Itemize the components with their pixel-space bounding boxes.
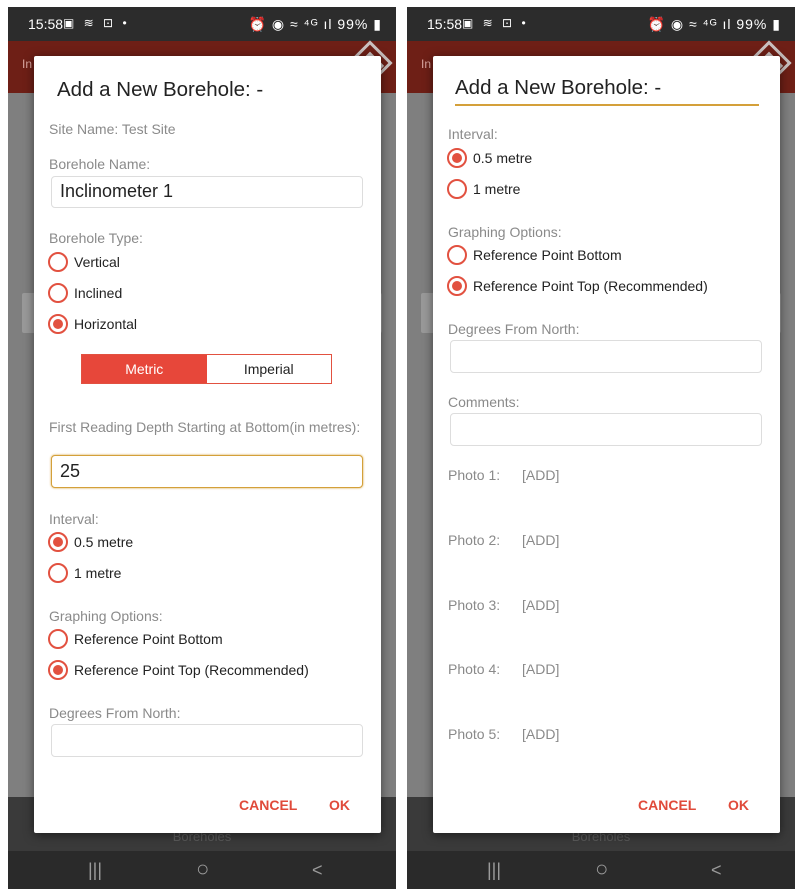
photo-label-3: Photo 3: [448,597,501,613]
unit-imperial-button[interactable]: Imperial [206,355,331,383]
phone-screen-right: 15:58 ▣ ≋ ⊡ • ⏰ ◉ ≈ ⁴ᴳ ıl 99% ▮ In Boreh… [407,7,795,889]
graphing-options-label: Graphing Options: [448,224,562,240]
battery-level: 99% [736,16,768,32]
battery-icon: ▮ [373,16,382,32]
app-bar-title: In [421,57,432,71]
graphing-options-label: Graphing Options: [49,608,163,624]
status-time: 15:58 [427,16,463,32]
photo-row-4: Photo 4: [ADD] [448,661,559,677]
photo-add-button-3[interactable]: [ADD] [522,597,559,613]
interval-label: Interval: [49,511,99,527]
photo-add-button-4[interactable]: [ADD] [522,661,559,677]
radio-label-inclined: Inclined [74,285,123,301]
app-bar-title: In [22,57,33,71]
borehole-name-input[interactable]: Inclinometer 1 [51,176,363,208]
photo-label-4: Photo 4: [448,661,501,677]
photo-add-button-2[interactable]: [ADD] [522,532,559,548]
home-icon[interactable]: ○ [595,856,608,882]
site-name-row: Site Name: Test Site [49,121,176,137]
notification-icons: ▣ ≋ ⊡ • [462,16,529,30]
site-name-value: Test Site [121,121,176,137]
dialog-title: Add a New Borehole: - [57,78,264,101]
battery-level: 99% [337,16,369,32]
radio-label-reference-top: Reference Point Top (Recommended) [74,662,309,678]
radio-button-horizontal[interactable] [48,314,68,334]
system-status-icons: ⏰ ◉ ≈ ⁴ᴳ ıl [248,16,333,32]
battery-icon: ▮ [772,16,781,32]
degrees-north-input[interactable] [51,724,363,757]
radio-button-vertical[interactable] [48,252,68,272]
status-right: ⏰ ◉ ≈ ⁴ᴳ ıl 99% ▮ [249,16,382,33]
radio-button-reference-top[interactable] [447,276,467,296]
recents-icon[interactable]: ||| [487,860,501,881]
radio-button-interval-one[interactable] [48,563,68,583]
cancel-button[interactable]: CANCEL [638,797,696,813]
radio-button-reference-bottom[interactable] [48,629,68,649]
radio-label-reference-top: Reference Point Top (Recommended) [473,278,708,294]
first-reading-value: 25 [60,461,81,481]
photo-row-5: Photo 5: [ADD] [448,726,559,742]
photo-add-button-5[interactable]: [ADD] [522,726,559,742]
radio-label-interval-one: 1 metre [473,181,521,197]
system-nav-bar: ||| ○ < [8,851,396,889]
borehole-name-value: Inclinometer 1 [60,181,174,201]
recents-icon[interactable]: ||| [88,860,102,881]
borehole-name-label: Borehole Name: [49,156,151,172]
radio-button-reference-bottom[interactable] [447,245,467,265]
degrees-north-label: Degrees From North: [448,321,580,337]
photo-label-2: Photo 2: [448,532,501,548]
degrees-north-label: Degrees From North: [49,705,181,721]
ok-button[interactable]: OK [728,797,749,813]
photo-add-button-1[interactable]: [ADD] [522,467,559,483]
photo-label-1: Photo 1: [448,467,501,483]
radio-label-horizontal: Horizontal [74,316,138,332]
radio-button-interval-half[interactable] [48,532,68,552]
cancel-button[interactable]: CANCEL [239,797,297,813]
ok-button[interactable]: OK [329,797,350,813]
comments-input[interactable] [450,413,762,446]
radio-button-interval-one[interactable] [447,179,467,199]
back-icon[interactable]: < [312,860,323,881]
status-bar: 15:58 ▣ ≋ ⊡ • ⏰ ◉ ≈ ⁴ᴳ ıl 99% ▮ [407,7,795,41]
radio-button-interval-half[interactable] [447,148,467,168]
borehole-type-label: Borehole Type: [49,230,143,246]
photo-row-3: Photo 3: [ADD] [448,597,559,613]
unit-metric-button[interactable]: Metric [82,355,207,383]
radio-button-reference-top[interactable] [48,660,68,680]
notification-icons: ▣ ≋ ⊡ • [63,16,130,30]
radio-button-inclined[interactable] [48,283,68,303]
photo-row-2: Photo 2: [ADD] [448,532,559,548]
status-right: ⏰ ◉ ≈ ⁴ᴳ ıl 99% ▮ [648,16,781,33]
home-icon[interactable]: ○ [196,856,209,882]
radio-label-interval-half: 0.5 metre [74,534,134,550]
radio-label-reference-bottom: Reference Point Bottom [473,247,622,263]
first-reading-input[interactable]: 25 [51,455,363,488]
system-nav-bar: ||| ○ < [407,851,795,889]
status-time: 15:58 [28,16,64,32]
radio-label-interval-half: 0.5 metre [473,150,533,166]
comments-label: Comments: [448,394,520,410]
photo-row-1: Photo 1: [ADD] [448,467,559,483]
radio-label-vertical: Vertical [74,254,120,270]
back-icon[interactable]: < [711,860,722,881]
add-borehole-dialog-scrolled: Add a New Borehole: - Interval: 0.5 metr… [433,56,780,833]
phone-screen-left: 15:58 ▣ ≋ ⊡ • ⏰ ◉ ≈ ⁴ᴳ ıl 99% ▮ In Boreh… [8,7,396,889]
photo-label-5: Photo 5: [448,726,501,742]
site-name-label: Site Name: [49,121,119,137]
first-reading-label: First Reading Depth Starting at Bottom(i… [49,419,361,435]
interval-label: Interval: [448,126,498,142]
degrees-north-input[interactable] [450,340,762,373]
dialog-title: Add a New Borehole: - [455,76,760,106]
unit-toggle: Metric Imperial [81,354,332,384]
system-status-icons: ⏰ ◉ ≈ ⁴ᴳ ıl [647,16,732,32]
status-bar: 15:58 ▣ ≋ ⊡ • ⏰ ◉ ≈ ⁴ᴳ ıl 99% ▮ [8,7,396,41]
radio-label-interval-one: 1 metre [74,565,122,581]
radio-label-reference-bottom: Reference Point Bottom [74,631,223,647]
add-borehole-dialog: Add a New Borehole: - Site Name: Test Si… [34,56,381,833]
